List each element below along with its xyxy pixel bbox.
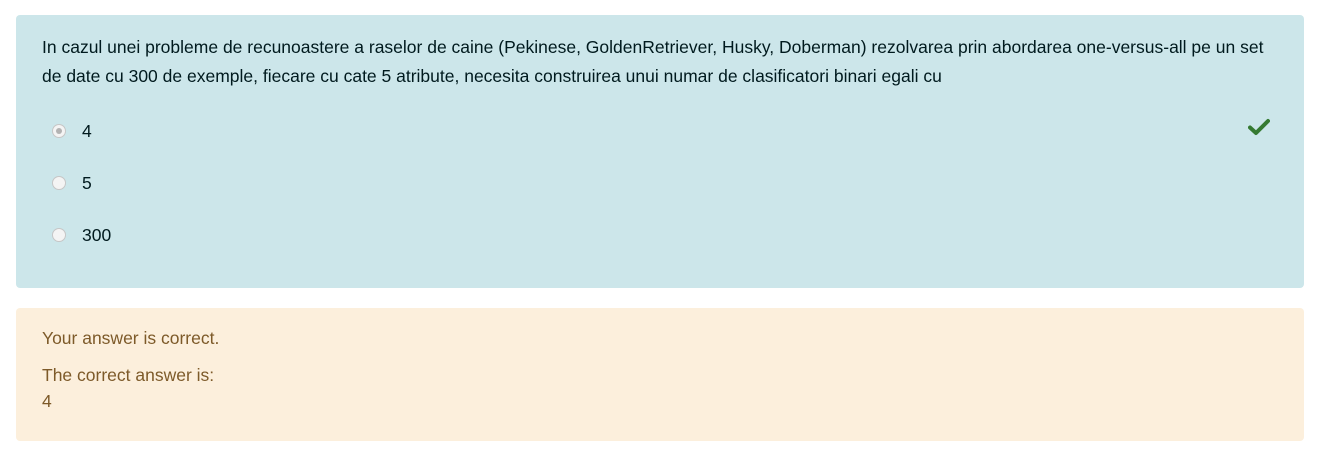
answer-option-3[interactable]: 300 bbox=[42, 209, 1278, 261]
check-icon bbox=[1248, 119, 1270, 135]
correct-answer-value: 4 bbox=[42, 391, 52, 411]
answer-label-3[interactable]: 300 bbox=[82, 225, 111, 246]
answer-label-1[interactable]: 4 bbox=[82, 121, 92, 142]
answer-list: 4 5 300 bbox=[42, 105, 1278, 261]
answer-radio-1[interactable] bbox=[52, 124, 66, 138]
answer-option-1[interactable]: 4 bbox=[42, 105, 1278, 157]
answer-radio-2[interactable] bbox=[52, 176, 66, 190]
question-text: In cazul unei probleme de recunoastere a… bbox=[42, 37, 1264, 86]
question-panel: In cazul unei probleme de recunoastere a… bbox=[16, 15, 1304, 288]
answer-label-2[interactable]: 5 bbox=[82, 173, 92, 194]
feedback-status: Your answer is correct. bbox=[42, 328, 220, 348]
answer-radio-3[interactable] bbox=[52, 228, 66, 242]
answer-option-2[interactable]: 5 bbox=[42, 157, 1278, 209]
feedback-panel: Your answer is correct. The correct answ… bbox=[16, 308, 1304, 441]
correct-answer-label: The correct answer is: bbox=[42, 365, 215, 385]
